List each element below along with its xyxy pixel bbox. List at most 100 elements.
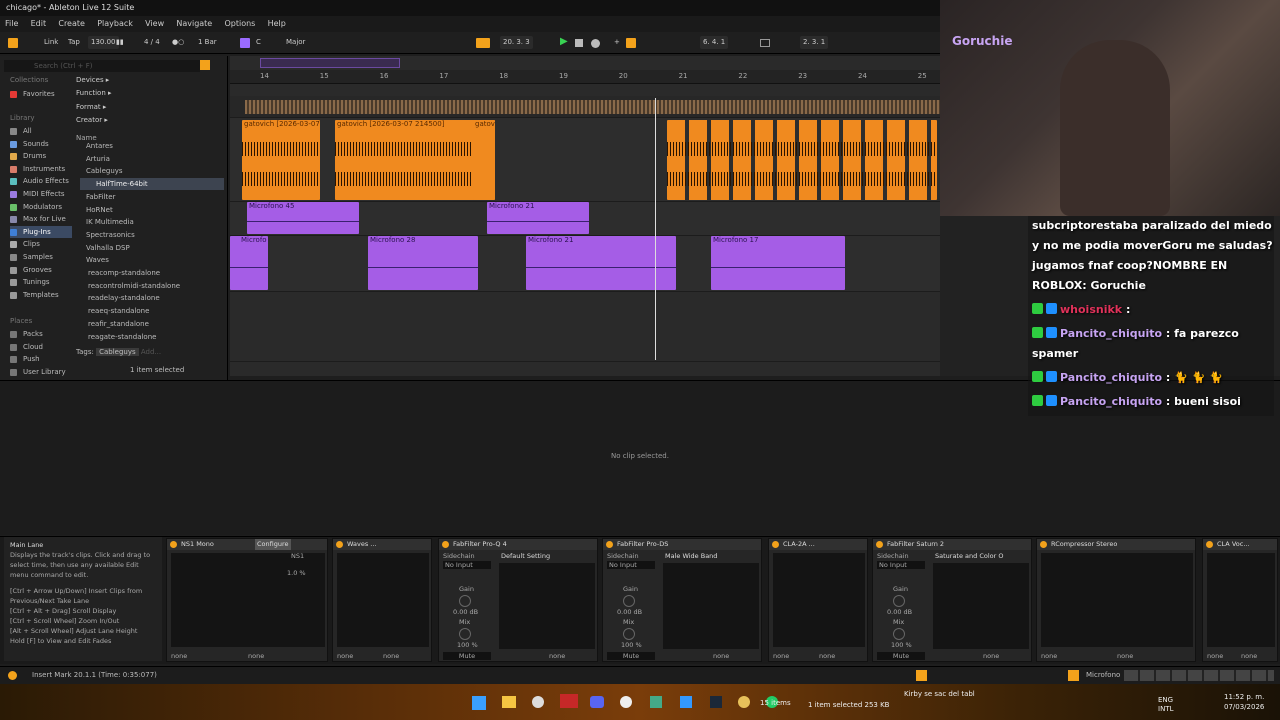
library-item-all[interactable]: All xyxy=(10,125,32,137)
macro-select-2[interactable]: none xyxy=(713,652,729,660)
library-item-samples[interactable]: Samples xyxy=(10,251,53,263)
mute-button[interactable]: Mute xyxy=(607,652,655,660)
mix-knob[interactable] xyxy=(893,628,905,640)
plugin-display[interactable] xyxy=(1041,553,1193,647)
macro-select-2[interactable]: none xyxy=(1117,652,1133,660)
file-explorer-icon[interactable] xyxy=(502,696,516,708)
metronome-toggle-icon[interactable]: ●○ xyxy=(172,36,184,49)
device-on-icon[interactable] xyxy=(170,541,177,548)
device-cla-voc-[interactable]: CLA Voc... none none xyxy=(1202,538,1278,662)
steam-icon[interactable] xyxy=(710,696,722,708)
automation-arm-icon[interactable] xyxy=(626,38,636,48)
time-signature[interactable]: 4 / 4 xyxy=(144,36,160,49)
menu-options[interactable]: Options xyxy=(219,16,260,32)
macro-select-2[interactable]: none xyxy=(248,652,264,660)
ext-sync-icon[interactable] xyxy=(8,38,18,48)
browser-item[interactable]: Antares xyxy=(80,140,224,152)
preset-name[interactable]: Male Wide Band xyxy=(665,552,717,560)
browser-item[interactable]: FabFilter xyxy=(80,191,224,203)
browser-item[interactable]: Spectrasonics xyxy=(80,229,224,241)
device-on-icon[interactable] xyxy=(1040,541,1047,548)
obs-icon[interactable] xyxy=(620,696,632,708)
arrangement-view[interactable]: 14 15 16 17 18 19 20 21 22 23 24 25 gatovich [2026-… xyxy=(230,56,940,376)
sidechain-input-select[interactable]: No Input xyxy=(607,561,655,569)
collection-favorites[interactable]: Favorites xyxy=(10,88,55,100)
library-item-audio-effects[interactable]: Audio Effects xyxy=(10,175,69,187)
menu-edit[interactable]: Edit xyxy=(26,16,52,32)
chrome-icon[interactable] xyxy=(532,696,544,708)
device-rcompressor-stereo[interactable]: RCompressor Stereo none none xyxy=(1036,538,1196,662)
library-item-max-for-live[interactable]: Max for Live xyxy=(10,213,66,225)
library-item-modulators[interactable]: Modulators xyxy=(10,201,62,213)
macro-select-1[interactable]: none xyxy=(1041,652,1057,660)
browser-item[interactable]: HoRNet xyxy=(80,204,224,216)
lane-empty[interactable] xyxy=(230,292,940,362)
plugin-display[interactable] xyxy=(933,563,1029,649)
mute-button[interactable]: Mute xyxy=(877,652,925,660)
category-1[interactable]: Function ▸ xyxy=(76,87,112,99)
quantize-select[interactable]: 1 Bar xyxy=(198,36,217,49)
sidechain-input-select[interactable]: No Input xyxy=(443,561,491,569)
overview-region[interactable] xyxy=(260,58,400,68)
plugin-display[interactable] xyxy=(663,563,759,649)
gain-knob[interactable] xyxy=(459,595,471,607)
plugin-display[interactable] xyxy=(1207,553,1275,647)
macro-select-1[interactable]: none xyxy=(337,652,353,660)
macro-select-2[interactable]: none xyxy=(819,652,835,660)
device-fabfilter-saturn-2[interactable]: FabFilter Saturn 2 Sidechain No Input Gain 0… xyxy=(872,538,1032,662)
app-icon[interactable] xyxy=(560,694,578,708)
plugin-display[interactable] xyxy=(337,553,429,647)
configure-button[interactable]: Configure xyxy=(255,539,291,550)
category-0[interactable]: Devices ▸ xyxy=(76,74,109,86)
midi-clip[interactable]: Microfono 21 xyxy=(526,236,676,290)
loop-start[interactable]: 6. 4. 1 xyxy=(700,36,729,49)
place-push[interactable]: Push xyxy=(10,353,40,365)
macro-select-1[interactable]: none xyxy=(773,652,789,660)
browser-item[interactable]: reafir_standalone xyxy=(80,318,224,330)
library-item-plug-ins[interactable]: Plug-Ins xyxy=(10,225,72,238)
device-on-icon[interactable] xyxy=(442,541,449,548)
category-2[interactable]: Format ▸ xyxy=(76,101,106,113)
browser-item[interactable]: reacomp-standalone xyxy=(80,267,224,279)
browser-item[interactable]: Waves xyxy=(80,254,224,266)
library-item-sounds[interactable]: Sounds xyxy=(10,138,49,150)
menu-navigate[interactable]: Navigate xyxy=(171,16,217,32)
app-icon[interactable] xyxy=(680,696,692,708)
device-fabfilter-pro-ds[interactable]: FabFilter Pro-DS Sidechain No Input Gain 0.0… xyxy=(602,538,762,662)
preset-name[interactable]: Default Setting xyxy=(501,552,550,560)
notification-text[interactable]: Kirby se sac del tabl xyxy=(904,690,975,698)
library-item-tunings[interactable]: Tunings xyxy=(10,276,50,288)
mute-button[interactable]: Mute xyxy=(443,652,491,660)
library-item-drums[interactable]: Drums xyxy=(10,150,46,162)
start-icon[interactable] xyxy=(472,696,486,710)
device-on-icon[interactable] xyxy=(876,541,883,548)
browser-search-input[interactable]: Search (Ctrl + F) xyxy=(4,60,200,72)
browser-item[interactable]: Cableguys xyxy=(80,165,224,177)
category-3[interactable]: Creator ▸ xyxy=(76,114,108,126)
scale-mode-icon[interactable] xyxy=(240,38,250,48)
song-position[interactable]: 20. 3. 3 xyxy=(500,36,533,49)
audio-clip[interactable]: gatovich [2026-03-07 214500] xyxy=(335,120,495,200)
library-item-templates[interactable]: Templates xyxy=(10,289,59,301)
library-item-instruments[interactable]: Instruments xyxy=(10,163,65,175)
browser-item[interactable]: readelay-standalone xyxy=(80,292,224,304)
browser-item[interactable]: IK Multimedia xyxy=(80,216,224,228)
metronome-icon[interactable]: ▮▮ xyxy=(116,36,124,49)
browser-item[interactable]: Arturia xyxy=(80,153,224,165)
browser-item[interactable]: reagate-standalone xyxy=(80,331,224,343)
place-user-library[interactable]: User Library xyxy=(10,366,66,378)
device-fabfilter-pro-q-4[interactable]: FabFilter Pro-Q 4 Sidechain No Input Gain 0.… xyxy=(438,538,598,662)
midi-clip[interactable]: Microfo xyxy=(230,236,268,290)
library-item-clips[interactable]: Clips xyxy=(10,238,40,250)
tag-chip[interactable]: Cableguys xyxy=(96,348,139,356)
library-item-midi-effects[interactable]: MIDI Effects xyxy=(10,188,65,200)
gain-knob[interactable] xyxy=(623,595,635,607)
menu-create[interactable]: Create xyxy=(53,16,90,32)
stop-icon[interactable] xyxy=(575,39,583,47)
place-packs[interactable]: Packs xyxy=(10,328,43,340)
tap-button[interactable]: Tap xyxy=(68,36,80,49)
tempo-field[interactable]: 130.00 xyxy=(88,36,119,49)
device-ns1-mono[interactable]: NS1 Mono Configure NS1 1.0 % none none xyxy=(166,538,328,662)
bar-ruler[interactable]: 14 15 16 17 18 19 20 21 22 23 24 25 xyxy=(230,70,940,84)
macro-select-1[interactable]: none xyxy=(1207,652,1223,660)
